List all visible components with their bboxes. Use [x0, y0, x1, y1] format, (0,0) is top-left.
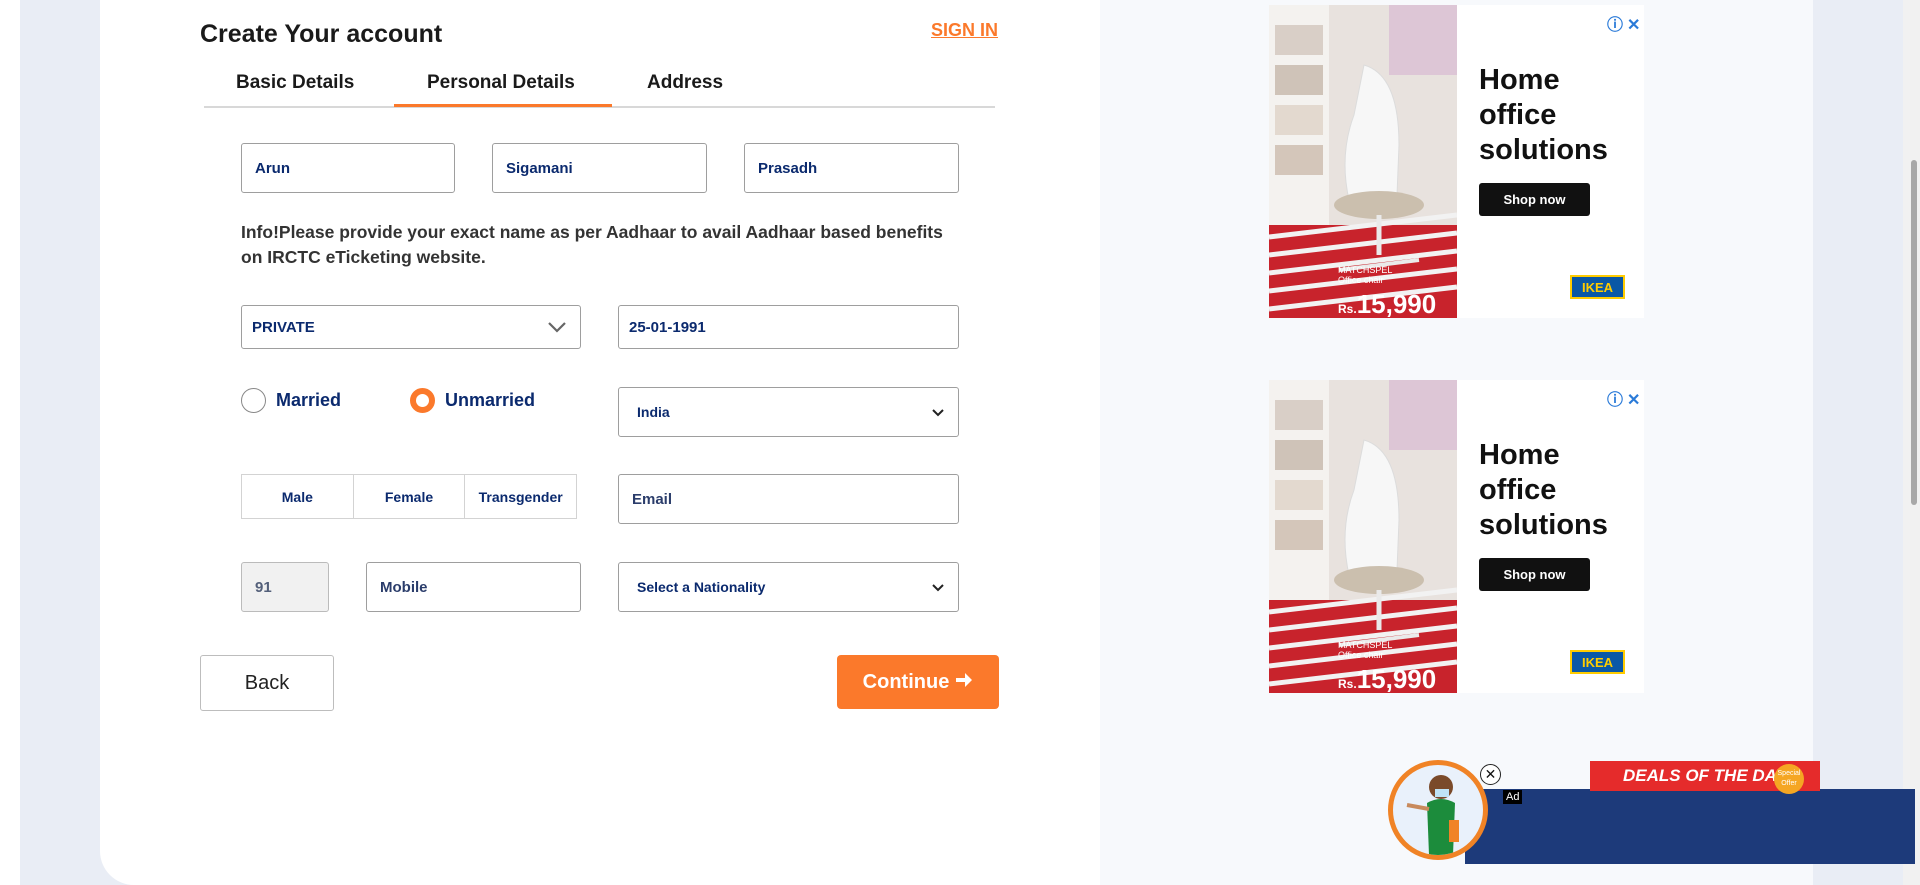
close-icon[interactable]: ✕: [1627, 392, 1644, 409]
ad-controls[interactable]: ⓘ✕: [1607, 386, 1644, 410]
ad-banner-ikea-1[interactable]: MATCHSPEL Office chair Rs.15,990 Home of…: [1269, 5, 1644, 318]
nationality-value: Select a Nationality: [637, 579, 766, 595]
info-icon[interactable]: ⓘ: [1607, 17, 1627, 34]
deals-banner[interactable]: [1465, 789, 1915, 864]
country-select[interactable]: India: [618, 387, 959, 437]
ad-tag: Ad: [1503, 790, 1523, 804]
aadhaar-info-text: Info!Please provide your exact name as p…: [241, 222, 943, 267]
radio-married-label: Married: [276, 390, 342, 410]
gender-selector: Male Female Transgender: [241, 474, 577, 519]
scrollbar-thumb[interactable]: [1911, 160, 1917, 505]
ad-banner-ikea-2[interactable]: MATCHSPEL Office chair Rs.15,990 Home of…: [1269, 380, 1644, 693]
ad-price-currency: Rs.: [1338, 302, 1357, 316]
ad-product-label: MATCHSPEL Office chair: [1338, 265, 1392, 285]
ad-product-name: MATCHSPEL: [1338, 265, 1393, 275]
middle-name-input[interactable]: Sigamani: [492, 143, 707, 193]
ad-price-value: 15,990: [1356, 289, 1437, 318]
gender-male-button[interactable]: Male: [242, 475, 354, 518]
arrow-right-icon: [955, 671, 973, 694]
back-button[interactable]: Back: [200, 655, 334, 711]
mascot-illustration: [1406, 775, 1459, 855]
chevron-down-icon: [932, 579, 944, 595]
page-title: Create Your account: [200, 20, 443, 48]
ad-controls[interactable]: ⓘ✕: [1607, 11, 1644, 35]
radio-button-checked[interactable]: [410, 388, 435, 413]
ikea-logo: IKEA: [1570, 650, 1625, 674]
radio-button-unchecked[interactable]: [241, 388, 266, 413]
last-name-input[interactable]: Prasadh: [744, 143, 959, 193]
ad-product-desc: Office chair: [1338, 650, 1384, 660]
nationality-select[interactable]: Select a Nationality: [618, 562, 959, 612]
occupation-value: PRIVATE: [252, 318, 315, 336]
sign-in-link[interactable]: SIGN IN: [931, 20, 998, 41]
gender-transgender-button[interactable]: Transgender: [465, 475, 577, 518]
ad-product-name: MATCHSPEL: [1338, 640, 1393, 650]
date-of-birth-input[interactable]: 25-01-1991: [618, 305, 959, 349]
ad-product-label: MATCHSPEL Office chair: [1338, 640, 1392, 660]
registration-card: [100, 0, 1100, 885]
radio-unmarried[interactable]: Unmarried: [410, 388, 535, 413]
country-value: India: [637, 404, 670, 420]
ad-price: Rs.15,990: [1338, 664, 1436, 693]
tab-address[interactable]: Address: [647, 72, 723, 94]
tab-personal-details[interactable]: Personal Details: [427, 72, 575, 94]
radio-married[interactable]: Married: [241, 388, 341, 413]
country-code-field: 91: [241, 562, 329, 612]
email-input[interactable]: Email: [618, 474, 959, 524]
chevron-down-icon: [932, 404, 944, 420]
chevron-down-icon: [548, 321, 566, 333]
close-icon[interactable]: ✕: [1480, 764, 1501, 785]
special-offer-badge: Special Offer: [1774, 764, 1804, 794]
active-tab-indicator: [394, 104, 612, 107]
mascot-avatar[interactable]: [1388, 760, 1488, 860]
gender-female-button[interactable]: Female: [353, 475, 466, 518]
ikea-logo: IKEA: [1570, 275, 1625, 299]
continue-label: Continue: [862, 670, 950, 693]
occupation-select[interactable]: PRIVATE: [241, 305, 581, 349]
ad-product-desc: Office chair: [1338, 275, 1384, 285]
continue-button[interactable]: Continue: [837, 655, 999, 709]
ad-price-value: 15,990: [1356, 664, 1437, 693]
ad-shop-now-button[interactable]: Shop now: [1479, 558, 1590, 591]
tab-bar: Basic Details Personal Details Address: [204, 60, 995, 108]
close-icon[interactable]: ✕: [1627, 17, 1644, 34]
ad-shop-now-button[interactable]: Shop now: [1479, 183, 1590, 216]
ad-headline: Home office solutions: [1479, 439, 1608, 541]
tab-basic-details[interactable]: Basic Details: [236, 72, 354, 94]
ad-headline: Home office solutions: [1479, 64, 1608, 166]
ad-price-currency: Rs.: [1338, 677, 1357, 691]
first-name-input[interactable]: Arun: [241, 143, 455, 193]
info-icon[interactable]: ⓘ: [1607, 392, 1627, 409]
mobile-input[interactable]: Mobile: [366, 562, 581, 612]
radio-unmarried-label: Unmarried: [445, 390, 536, 410]
ad-price: Rs.15,990: [1338, 289, 1436, 318]
